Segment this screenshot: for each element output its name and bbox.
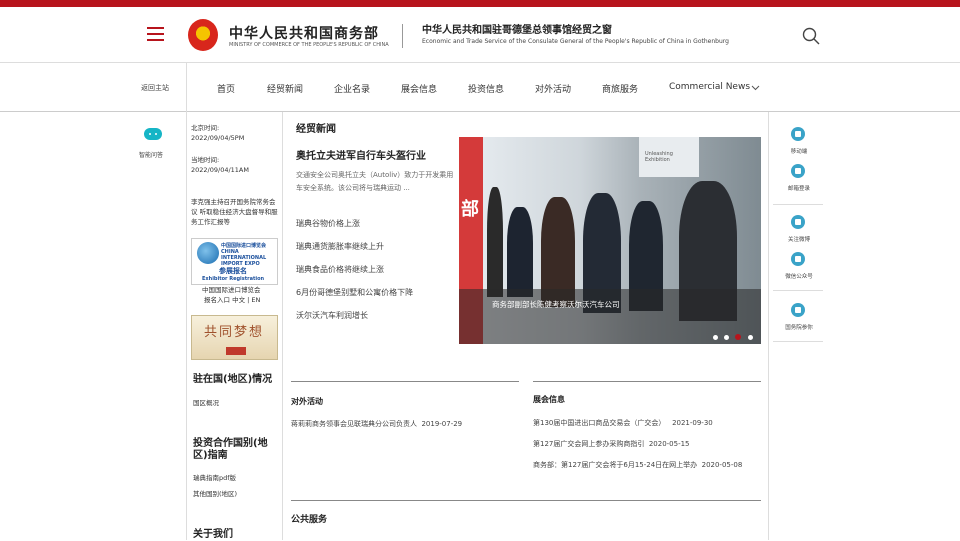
expo-text: 第127届广交会网上参办采购商指引 <box>533 440 645 448</box>
nav-item-home[interactable]: 首页 <box>217 82 235 95</box>
mail-icon[interactable] <box>791 164 805 178</box>
site-title-en: Economic and Trade Service of the Consul… <box>422 38 729 45</box>
other-country-guide-link[interactable]: 其他国别(地区) <box>193 489 237 499</box>
mobile-icon[interactable] <box>791 127 805 141</box>
chevron-down-icon[interactable] <box>751 83 760 92</box>
country-overview-link[interactable]: 国区概况 <box>193 398 219 408</box>
main-nav: 返回主站 首页 经贸新闻 企业名录 展会信息 投资信息 对外活动 商旅服务 Co… <box>0 63 960 112</box>
country-info-title: 驻在国(地区)情况 <box>193 374 273 385</box>
site-title-cn: 中华人民共和国驻哥德堡总领事馆经贸之窗 <box>422 25 612 36</box>
common-dream-banner[interactable]: 共同梦想 <box>191 315 278 360</box>
nav-item-exhibitions[interactable]: 展会信息 <box>401 82 437 95</box>
right-column-divider <box>768 112 769 540</box>
weibo-label[interactable]: 关注微博 <box>779 235 819 243</box>
expo-item[interactable]: 第130届中国进出口商品交易会（广交会） 2021-09-30 <box>533 417 759 429</box>
expo-date: 2021-09-30 <box>672 419 713 427</box>
headline-description: 交通安全公司奥托立夫（Autoliv）致力于开发乘用车安全系统。该公司将与瑞典运… <box>296 171 454 192</box>
activity-text: 蒋莉莉商务领事会见联瑞典分公司负责人 <box>291 420 417 428</box>
slide-window-text: Unleashing Exhibition <box>645 151 673 163</box>
expo-item[interactable]: 商务部：第127届广交会将于6月15-24日在网上举办 2020-05-08 <box>533 459 759 471</box>
national-emblem-icon <box>188 19 218 51</box>
expo-text: 第130届中国进出口商品交易会（广交会） <box>533 419 666 427</box>
local-time-label: 当地时间: <box>191 156 220 164</box>
slider-dot[interactable] <box>748 335 753 340</box>
expo-top-rule <box>533 381 761 382</box>
slider-dot[interactable] <box>724 335 729 340</box>
expo-date: 2020-05-15 <box>648 440 690 448</box>
trade-news-title[interactable]: 经贸新闻 <box>296 124 336 136</box>
expo-banner[interactable]: 中国国际进口博览会 CHINA INTERNATIONAL IMPORT EXP… <box>191 238 278 285</box>
news-item[interactable]: 6月份哥德堡别墅和公寓价格下降 <box>296 287 413 298</box>
news-photo-slider[interactable]: 部 Unleashing Exhibition 商务部副部长陈健考察沃尔沃汽车公… <box>459 137 761 344</box>
wechat-label[interactable]: 微信公众号 <box>779 272 819 280</box>
back-to-main-site-link[interactable]: 返回主站 <box>141 83 169 93</box>
top-red-bar <box>0 0 960 7</box>
public-service-rule <box>291 500 761 501</box>
assistant-label[interactable]: 智能问答 <box>139 150 163 159</box>
expo-item[interactable]: 第127届广交会网上参办采购商指引 2020-05-15 <box>533 438 759 450</box>
dream-banner-tag <box>226 347 246 355</box>
ministry-logo-cn[interactable]: 中华人民共和国商务部 <box>229 23 379 43</box>
activity-date: 2019-07-29 <box>421 420 463 428</box>
nav-item-commercial-news[interactable]: Commercial News <box>669 82 750 92</box>
news-item[interactable]: 瑞典谷物价格上涨 <box>296 218 360 229</box>
news-item[interactable]: 瑞典食品价格将继续上涨 <box>296 264 384 275</box>
expo-globe-icon <box>197 242 219 264</box>
news-item[interactable]: 沃尔沃汽车利润增长 <box>296 310 368 321</box>
expo-banner-title: 中国国际进口博览会 CHINA INTERNATIONAL IMPORT EXP… <box>221 243 267 267</box>
headline-link[interactable]: 奥托立夫进军自行车头盔行业 <box>296 147 426 162</box>
right-rail-divider <box>773 290 823 291</box>
expo-register-link[interactable]: 报名入口 中文 | EN <box>204 295 260 305</box>
slide-wall-text: 部 <box>461 199 479 220</box>
site-header: 中华人民共和国商务部 MINISTRY OF COMMERCE OF THE P… <box>0 7 960 63</box>
nav-item-trade-news[interactable]: 经贸新闻 <box>267 82 303 95</box>
nav-item-investment[interactable]: 投资信息 <box>468 82 504 95</box>
state-council-icon[interactable] <box>791 303 805 317</box>
sweden-guide-pdf-link[interactable]: 瑞典指南pdf版 <box>193 473 236 483</box>
sidebar-divider <box>282 112 283 540</box>
expo-text: 商务部：第127届广交会将于6月15-24日在网上举办 <box>533 461 698 469</box>
wechat-icon[interactable] <box>791 252 805 266</box>
nav-item-activities[interactable]: 对外活动 <box>535 82 571 95</box>
about-us-title: 关于我们 <box>193 529 233 540</box>
beijing-time-label: 北京时间: <box>191 124 220 132</box>
dream-banner-text: 共同梦想 <box>204 325 265 340</box>
slider-dot[interactable] <box>713 335 718 340</box>
slide-person <box>507 207 533 297</box>
expo-info-title[interactable]: 展会信息 <box>533 394 565 406</box>
mail-login-label[interactable]: 邮箱登录 <box>779 184 819 192</box>
beijing-time: 2022/09/04/5PM <box>191 134 245 142</box>
nav-item-business-travel[interactable]: 商旅服务 <box>602 82 638 95</box>
right-rail-divider <box>773 204 823 205</box>
chat-assistant-icon[interactable] <box>144 128 162 140</box>
search-icon[interactable] <box>802 27 820 45</box>
expo-date: 2020-05-08 <box>701 461 743 469</box>
header-divider <box>402 24 403 48</box>
right-rail-divider <box>773 341 823 342</box>
left-column-divider <box>186 112 187 540</box>
sidebar-news-link[interactable]: 李克强主持召开国务院常务会议 听取稳住经济大盘督导和服务工作汇报等 <box>191 197 280 227</box>
public-service-title[interactable]: 公共服务 <box>291 514 327 526</box>
state-council-label[interactable]: 国务院参你 <box>779 323 819 331</box>
local-time: 2022/09/04/11AM <box>191 166 249 174</box>
menu-icon[interactable] <box>147 27 164 41</box>
ministry-logo-en: MINISTRY OF COMMERCE OF THE PEOPLE'S REP… <box>229 42 389 48</box>
activities-top-rule <box>291 381 519 382</box>
slide-person <box>487 187 503 297</box>
expo-banner-register-en: Exhibitor Registration <box>202 276 265 282</box>
slider-dot-active[interactable] <box>735 334 741 340</box>
activities-title[interactable]: 对外活动 <box>291 396 323 408</box>
weibo-icon[interactable] <box>791 215 805 229</box>
mobile-label[interactable]: 移动端 <box>779 147 819 155</box>
news-item[interactable]: 瑞典通货膨胀率继续上升 <box>296 241 384 252</box>
nav-item-companies[interactable]: 企业名录 <box>334 82 370 95</box>
expo-banner-register: 参展报名 <box>219 267 247 275</box>
activity-item[interactable]: 蒋莉莉商务领事会见联瑞典分公司负责人 2019-07-29 <box>291 418 462 430</box>
expo-link[interactable]: 中国国际进口博览会 <box>202 285 261 295</box>
nav-divider <box>186 63 187 112</box>
slide-caption[interactable]: 商务部副部长陈健考察沃尔沃汽车公司 <box>492 299 620 310</box>
investment-guide-title: 投资合作国别(地区)指南 <box>193 438 268 461</box>
